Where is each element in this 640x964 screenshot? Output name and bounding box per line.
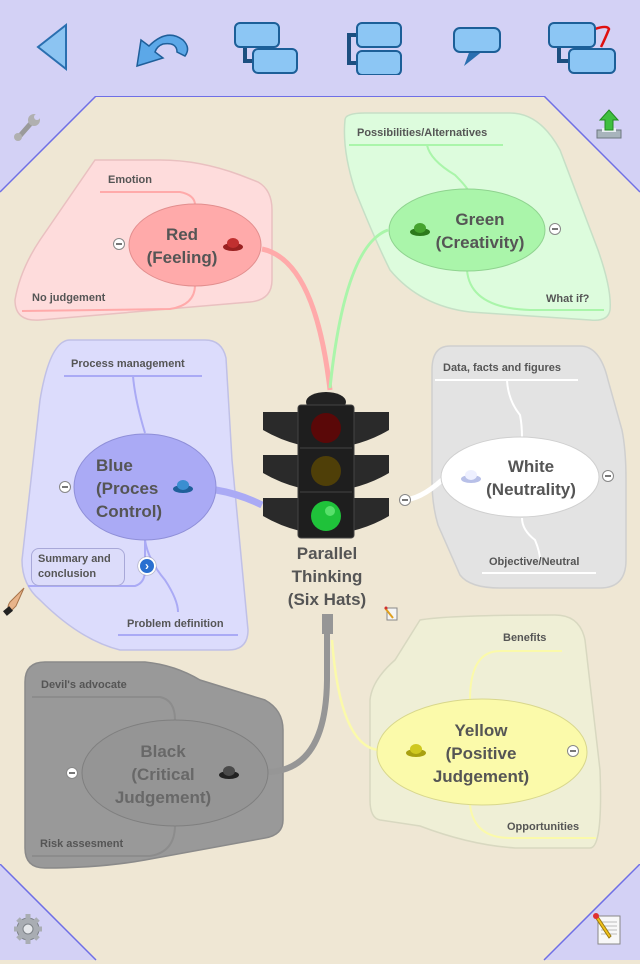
- sibling-topic-icon: [347, 22, 402, 75]
- red-subtopic-no-judgement[interactable]: No judgement: [32, 292, 105, 304]
- yellow-subtopic-benefits[interactable]: Benefits: [503, 632, 546, 644]
- add-sibling-topic-button[interactable]: [334, 12, 410, 82]
- blue-subtopic-problem-definition[interactable]: Problem definition: [127, 618, 224, 630]
- white-collapse-button[interactable]: [602, 470, 614, 482]
- chevron-right-icon: ›: [145, 559, 149, 573]
- red-topic-label[interactable]: Red (Feeling): [132, 223, 232, 269]
- blue-hat-icon: [173, 480, 193, 493]
- white-subtopic-objective[interactable]: Objective/Neutral: [489, 556, 579, 568]
- undo-arrow-icon: [136, 34, 189, 68]
- black-collapse-button[interactable]: [66, 767, 78, 779]
- white-hat-icon: [461, 470, 481, 483]
- notes-button[interactable]: [592, 912, 622, 951]
- green-topic-label[interactable]: Green (Creativity): [425, 208, 535, 254]
- gear-icon: [14, 914, 42, 944]
- settings-wrench-button[interactable]: [12, 110, 44, 147]
- add-relationship-button[interactable]: [546, 12, 622, 82]
- undo-button[interactable]: [122, 12, 198, 82]
- subtopic-icon: [234, 22, 298, 74]
- yellow-subtopic-opportunities[interactable]: Opportunities: [507, 821, 579, 833]
- red-collapse-button[interactable]: [113, 238, 125, 250]
- callout-icon: [453, 27, 501, 66]
- yellow-collapse-button[interactable]: [567, 745, 579, 757]
- white-subtopic-data-facts[interactable]: Data, facts and figures: [443, 362, 561, 374]
- central-topic-label[interactable]: Parallel Thinking (Six Hats): [268, 542, 386, 611]
- export-button[interactable]: [594, 108, 624, 145]
- black-subtopic-devils-advocate[interactable]: Devil's advocate: [41, 679, 127, 691]
- red-hat-icon: [223, 238, 243, 251]
- green-subtopic-what-if[interactable]: What if?: [546, 293, 589, 305]
- traffic-light-icon[interactable]: [263, 392, 389, 539]
- yellow-topic-label[interactable]: Yellow (Positive Judgement): [420, 719, 542, 788]
- corner-bottom-right: [540, 864, 640, 964]
- green-hat-icon: [410, 223, 430, 236]
- black-topic-label[interactable]: Black (Critical Judgement): [103, 740, 223, 809]
- wrench-icon: [14, 114, 40, 141]
- black-subtopic-risk-assessment[interactable]: Risk assesment: [40, 838, 123, 850]
- black-hat-icon: [219, 766, 239, 779]
- back-triangle-icon: [36, 22, 67, 72]
- note-icon[interactable]: [384, 606, 398, 622]
- add-callout-button[interactable]: [440, 12, 516, 82]
- center-black-stub: [322, 614, 333, 634]
- center-collapse-button[interactable]: [399, 494, 411, 506]
- red-subtopic-emotion[interactable]: Emotion: [108, 174, 152, 186]
- export-upload-icon: [596, 109, 622, 139]
- green-collapse-button[interactable]: [549, 223, 561, 235]
- yellow-hat-icon: [406, 744, 426, 757]
- add-subtopic-button[interactable]: [228, 12, 304, 82]
- blue-subtopic-summary-conclusion[interactable]: Summary and conclusion: [31, 548, 125, 586]
- white-topic-label[interactable]: White (Neutrality): [472, 455, 590, 501]
- pointing-hand-icon[interactable]: [2, 586, 28, 616]
- notepad-icon: [593, 913, 621, 945]
- corner-top-right: [540, 96, 640, 196]
- relationship-icon: [548, 22, 616, 74]
- corner-top-left: [0, 96, 100, 196]
- green-connector: [328, 228, 389, 389]
- summary-expand-button[interactable]: ›: [138, 557, 156, 575]
- corner-bottom-left: [0, 864, 100, 964]
- toolbar: [0, 0, 640, 97]
- green-subtopic-possibilities[interactable]: Possibilities/Alternatives: [357, 127, 487, 139]
- settings-gear-button[interactable]: [12, 912, 44, 951]
- blue-collapse-button[interactable]: [59, 481, 71, 493]
- blue-subtopic-process-management[interactable]: Process management: [71, 358, 185, 370]
- back-button[interactable]: [16, 12, 92, 82]
